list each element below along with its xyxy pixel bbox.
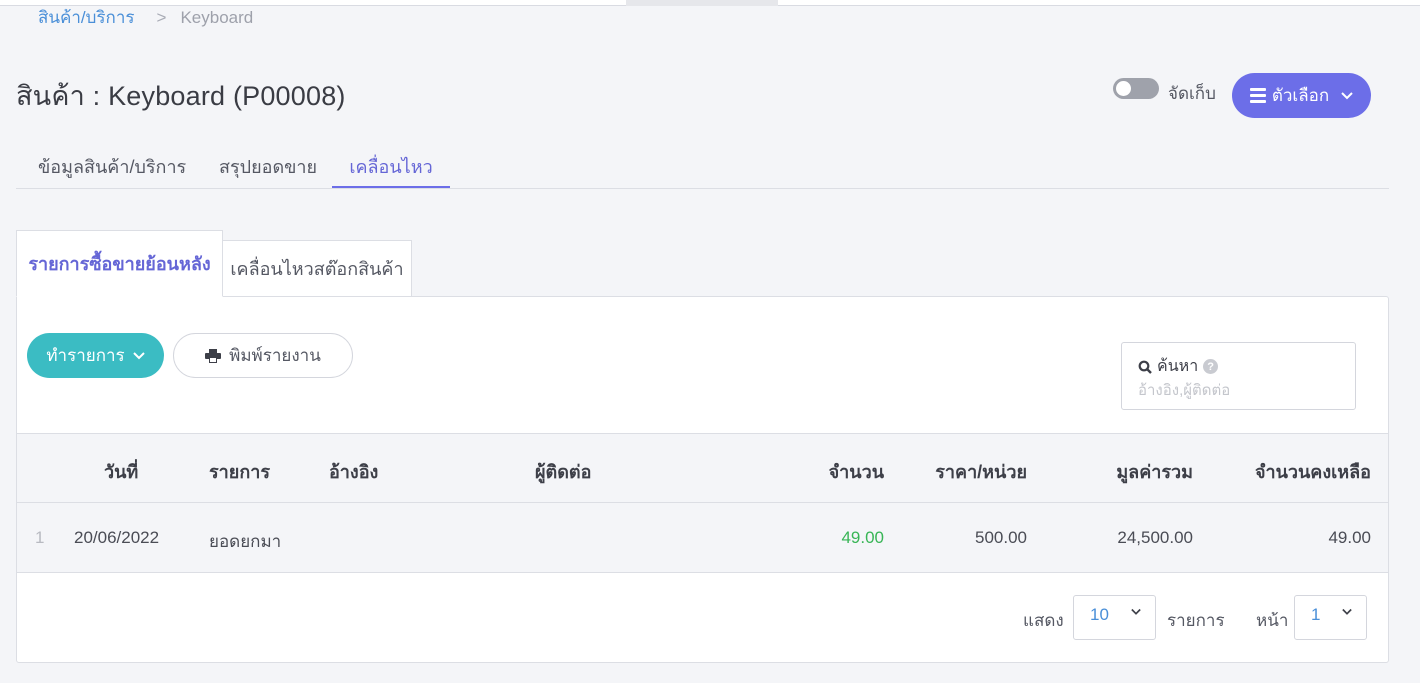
- breadcrumb-separator: >: [156, 7, 167, 27]
- row-item: ยอดยกมา: [209, 532, 282, 551]
- options-button[interactable]: ตัวเลือก: [1232, 73, 1371, 118]
- tab-movement[interactable]: เคลื่อนไหว: [332, 140, 450, 188]
- action-label: ทำรายการ: [46, 346, 125, 365]
- column-unit-price: ราคา/หน่วย: [935, 462, 1027, 482]
- search-icon: [1138, 360, 1152, 374]
- chevron-down-icon: [1342, 608, 1352, 615]
- subtab-transaction-history[interactable]: รายการซื้อขายย้อนหลัง: [16, 230, 223, 297]
- table-row[interactable]: 1 20/06/2022 ยอดยกมา 49.00 500.00 24,500…: [17, 503, 1388, 573]
- row-date: 20/06/2022: [74, 528, 160, 547]
- page-title: สินค้า : Keyboard (P00008): [16, 81, 346, 111]
- top-bar-tab[interactable]: [626, 0, 778, 6]
- page-size-value: 10: [1090, 605, 1109, 624]
- help-icon[interactable]: ?: [1203, 359, 1219, 374]
- subtab-stock-movement[interactable]: เคลื่อนไหวสต๊อกสินค้า: [222, 240, 412, 297]
- archive-label: จัดเก็บ: [1168, 84, 1216, 103]
- toggle-knob: [1116, 81, 1131, 96]
- column-date: วันที่: [104, 462, 139, 482]
- page-select[interactable]: 1: [1294, 595, 1367, 640]
- search-label: ค้นหา: [1157, 358, 1199, 375]
- tab-sales-summary[interactable]: สรุปยอดขาย: [219, 140, 317, 188]
- history-panel: ทำรายการ พิมพ์รายงาน ค้นหา ? วันที่ รายก…: [16, 296, 1389, 663]
- search-box: ค้นหา ?: [1121, 342, 1356, 410]
- chevron-down-icon: [132, 351, 145, 359]
- chevron-down-icon: [1131, 608, 1141, 615]
- breadcrumb-current: Keyboard: [180, 7, 254, 27]
- items-label: รายการ: [1167, 611, 1225, 630]
- page-value: 1: [1311, 605, 1321, 624]
- tab-product-info[interactable]: ข้อมูลสินค้า/บริการ: [38, 140, 186, 188]
- print-label: พิมพ์รายงาน: [229, 346, 321, 365]
- row-balance: 49.00: [1328, 528, 1371, 547]
- archive-toggle[interactable]: [1113, 78, 1159, 99]
- printer-icon: [205, 348, 222, 363]
- print-report-button[interactable]: พิมพ์รายงาน: [173, 333, 353, 378]
- breadcrumb-parent-link[interactable]: สินค้า/บริการ: [38, 4, 135, 31]
- column-balance: จำนวนคงเหลือ: [1254, 462, 1371, 482]
- row-total: 24,500.00: [1117, 528, 1193, 547]
- page-label: หน้า: [1256, 611, 1289, 630]
- action-button[interactable]: ทำรายการ: [27, 333, 164, 378]
- chevron-down-icon: [1341, 91, 1353, 99]
- column-item: รายการ: [209, 462, 270, 482]
- search-header: ค้นหา ?: [1138, 354, 1219, 379]
- row-unit-price: 500.00: [975, 528, 1027, 547]
- menu-icon: [1249, 88, 1266, 103]
- search-input[interactable]: [1138, 379, 1338, 401]
- show-label: แสดง: [1023, 611, 1064, 630]
- breadcrumb: สินค้า/บริการ > Keyboard: [38, 4, 253, 31]
- main-tabs: ข้อมูลสินค้า/บริการ สรุปยอดขาย เคลื่อนไห…: [16, 140, 1389, 189]
- options-label: ตัวเลือก: [1271, 86, 1330, 105]
- row-quantity: 49.00: [841, 528, 884, 547]
- column-total: มูลค่ารวม: [1116, 462, 1193, 482]
- table-header: วันที่ รายการ อ้างอิง ผู้ติดต่อ จำนวน รา…: [17, 433, 1388, 503]
- row-number: 1: [35, 528, 45, 547]
- page-size-select[interactable]: 10: [1073, 595, 1156, 640]
- column-reference: อ้างอิง: [329, 462, 379, 482]
- column-contact: ผู้ติดต่อ: [535, 462, 592, 482]
- column-quantity: จำนวน: [828, 462, 884, 482]
